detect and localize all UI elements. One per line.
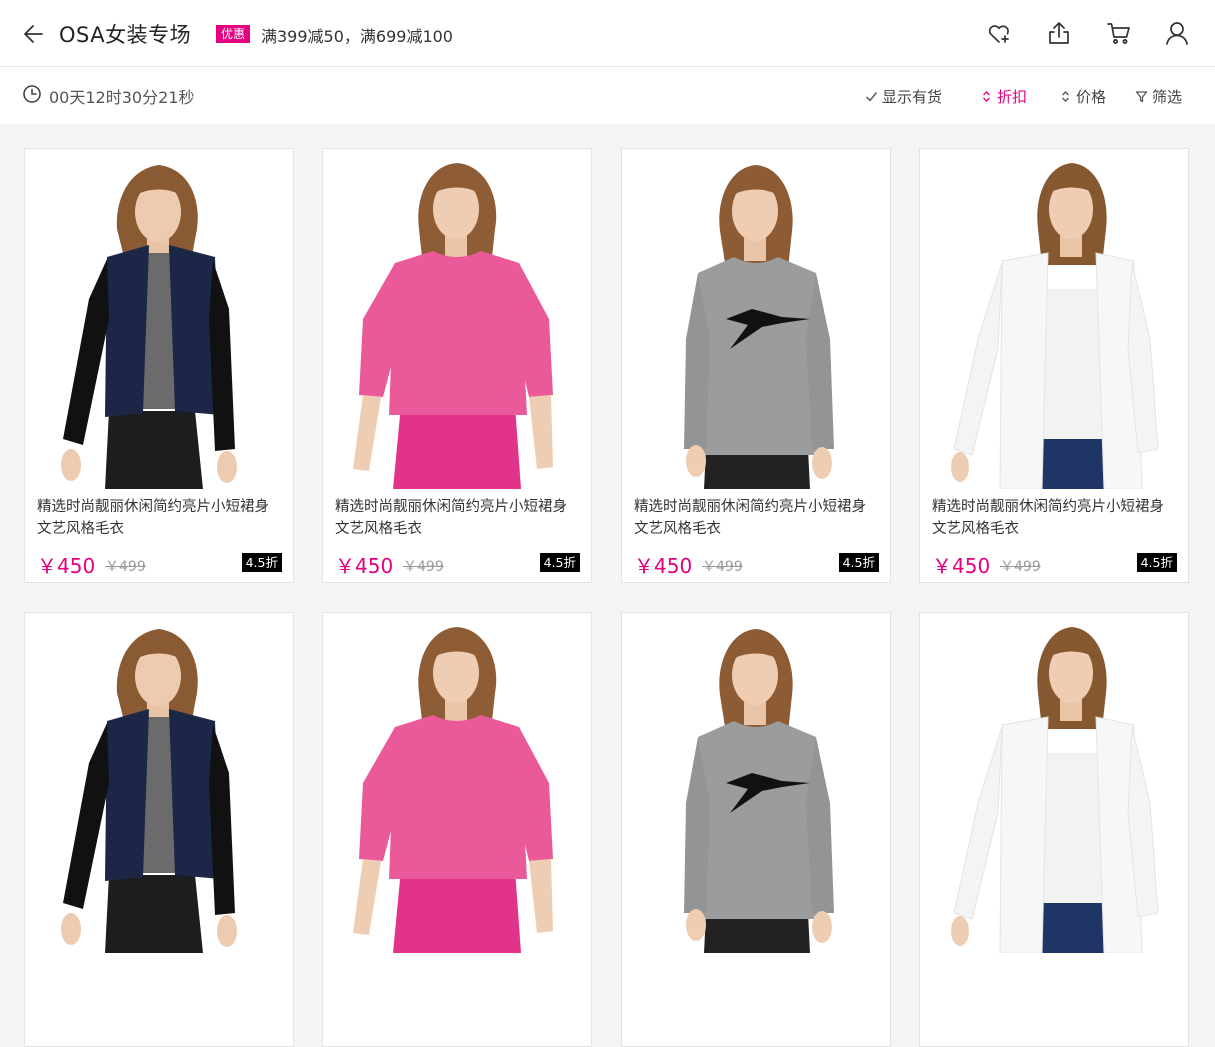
countdown-timer: 00天12时30分21秒 [49,88,195,107]
filter-label: 筛选 [1152,88,1183,106]
product-card[interactable] [621,612,891,1047]
discount-badge: 4.5折 [241,553,282,572]
filter-label: 价格 [1076,88,1107,106]
filter-discount[interactable]: 折扣 [980,86,1027,107]
page-title: OSA女装专场 [59,23,192,47]
product-name: 精选时尚靓丽休闲简约亮片小短裙身文艺风格毛衣 [37,499,269,537]
product-name: 精选时尚靓丽休闲简约亮片小短裙身文艺风格毛衣 [634,499,866,537]
product-image [920,149,1188,489]
product-card[interactable]: 精选时尚靓丽休闲简约亮片小短裙身文艺风格毛衣 ￥450 ￥499 4.5折 [919,148,1189,583]
filter-in-stock[interactable]: 显示有货 [865,86,942,107]
promo-badge: 优惠 [216,25,251,43]
product-name: 精选时尚靓丽休闲简约亮片小短裙身文艺风格毛衣 [932,499,1164,537]
filter-price[interactable]: 价格 [1059,86,1106,107]
discount-badge: 4.5折 [1136,553,1177,572]
product-card[interactable] [919,612,1189,1047]
filter-label: 显示有货 [882,88,943,106]
promo-text: 满399减50，满699减100 [261,27,453,46]
product-image [920,613,1188,953]
product-card[interactable]: 精选时尚靓丽休闲简约亮片小短裙身文艺风格毛衣 ￥450 ￥499 4.5折 [621,148,891,583]
product-image [622,149,890,489]
product-name: 精选时尚靓丽休闲简约亮片小短裙身文艺风格毛衣 [335,499,567,537]
heart-plus-icon[interactable] [986,20,1012,46]
filter-label: 折扣 [997,88,1028,106]
product-card[interactable] [322,612,592,1047]
discount-badge: 4.5折 [539,553,580,572]
product-image [323,149,591,489]
product-original-price: ￥499 [702,559,743,575]
cart-icon[interactable] [1106,20,1132,46]
filter-more[interactable]: 筛选 [1135,86,1182,107]
sort-arrows-icon [1062,91,1069,102]
top-navigation-bar: OSA女装专场 优惠 满399减50，满699减100 [0,0,1215,67]
product-original-price: ￥499 [1000,559,1041,575]
filter-bar: 00天12时30分21秒 显示有货 折扣 价格 筛选 [0,67,1215,124]
share-icon[interactable] [1046,20,1072,46]
product-original-price: ￥499 [403,559,444,575]
funnel-icon [1135,91,1148,103]
user-icon[interactable] [1164,20,1190,46]
check-icon [866,92,878,102]
product-card[interactable]: 精选时尚靓丽休闲简约亮片小短裙身文艺风格毛衣 ￥450 ￥499 4.5折 [24,148,294,583]
product-price: ￥450 [335,554,394,578]
product-card[interactable]: 精选时尚靓丽休闲简约亮片小短裙身文艺风格毛衣 ￥450 ￥499 4.5折 [322,148,592,583]
product-image [25,613,293,953]
product-image [622,613,890,953]
arrow-left-icon[interactable] [20,20,48,48]
product-image [25,149,293,489]
product-original-price: ￥499 [105,559,146,575]
sort-arrows-icon [983,91,990,102]
product-price: ￥450 [37,554,96,578]
product-image [323,613,591,953]
product-price: ￥450 [634,554,693,578]
product-card[interactable] [24,612,294,1047]
discount-badge: 4.5折 [838,553,879,572]
product-price: ￥450 [932,554,991,578]
clock-icon [23,85,41,103]
